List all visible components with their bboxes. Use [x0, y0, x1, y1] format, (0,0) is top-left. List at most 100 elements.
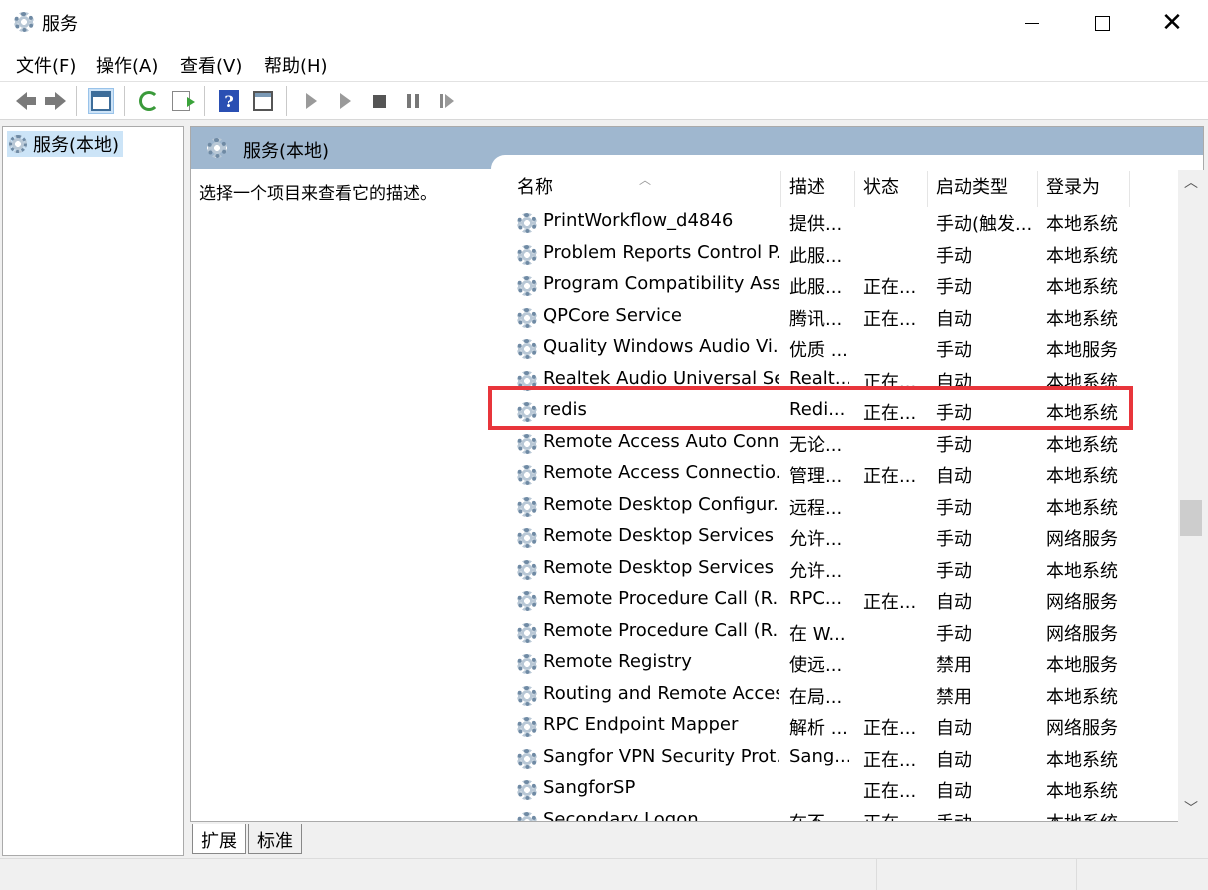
service-log-on-as: 本地系统	[1046, 781, 1118, 802]
help-button[interactable]: ?	[216, 88, 242, 114]
service-description: Redi...	[789, 399, 846, 420]
service-startup-type: 手动	[936, 529, 972, 550]
stop-service-button[interactable]	[366, 88, 392, 114]
refresh-button[interactable]	[136, 88, 162, 114]
minimize-icon	[1025, 22, 1039, 24]
service-log-on-as: 网络服务	[1046, 623, 1118, 645]
service-startup-type: 手动	[936, 277, 972, 298]
resume-service-button[interactable]	[434, 88, 460, 114]
service-row[interactable]: Remote Desktop Services ... 允许... 手动 本地系统	[509, 554, 1179, 586]
service-row[interactable]: Problem Reports Control P... 此服... 手动 本地系统	[509, 239, 1179, 271]
service-description: 在 W...	[789, 623, 846, 645]
service-row[interactable]: Sangfor VPN Security Prot... Sang... 正在...…	[509, 743, 1179, 775]
service-row[interactable]: Quality Windows Audio Vi... 优质 ... 手动 本地服务	[509, 333, 1179, 365]
menu-view[interactable]: 查看(V)	[180, 52, 242, 78]
refresh-icon	[139, 91, 159, 111]
service-row[interactable]: Remote Access Auto Conn... 无论... 手动 本地系统	[509, 428, 1179, 460]
service-row[interactable]: Program Compatibility Assi... 此服... 正在... 手…	[509, 270, 1179, 302]
gear-icon	[517, 433, 537, 454]
vertical-scrollbar[interactable]: ︿ ﹀	[1178, 170, 1204, 822]
column-header-startup-type[interactable]: 启动类型	[928, 171, 1038, 207]
service-description: 腾讯...	[789, 308, 843, 330]
service-description: Sang...	[789, 745, 849, 767]
menu-action[interactable]: 操作(A)	[96, 52, 158, 78]
service-row[interactable]: QPCore Service 腾讯... 正在... 自动 本地系统	[509, 302, 1179, 334]
tab-extended[interactable]: 扩展	[192, 824, 246, 854]
service-row[interactable]: Remote Procedure Call (R... RPC... 正在... 自动…	[509, 585, 1179, 617]
properties-button[interactable]	[250, 88, 276, 114]
gear-icon	[517, 811, 537, 821]
column-header-log-on-as[interactable]: 登录为	[1038, 171, 1130, 207]
status-bar	[0, 858, 1208, 890]
maximize-icon	[1094, 15, 1110, 31]
service-status: 正在...	[863, 592, 917, 613]
service-name: Remote Access Auto Conn...	[543, 430, 779, 452]
scroll-down-icon[interactable]: ﹀	[1178, 796, 1204, 822]
service-name: Remote Desktop Configur...	[543, 493, 779, 515]
service-row[interactable]: Secondary Logon 在不... 正在... 手动本地系统	[509, 806, 1179, 822]
view-tabs: 扩展 标准	[190, 824, 1204, 856]
close-icon: ✕	[1161, 8, 1183, 38]
service-row[interactable]: Remote Procedure Call (R... 在 W... 手动 网络服务	[509, 617, 1179, 649]
start-service-button[interactable]	[298, 88, 324, 114]
service-startup-type: 手动	[936, 560, 972, 582]
service-description: 管理...	[789, 466, 843, 487]
service-row[interactable]: Realtek Audio Universal Se... Realt... 正在.…	[509, 365, 1179, 397]
stop-icon	[372, 94, 386, 108]
gear-icon	[517, 622, 537, 643]
service-row[interactable]: Remote Desktop Configur... 远程... 手动 本地系统	[509, 491, 1179, 523]
service-row[interactable]: Remote Desktop Services 允许... 手动 网络服务	[509, 522, 1179, 554]
toolbar: ?	[0, 82, 1208, 120]
column-header-name[interactable]: 名称 ︿	[509, 171, 781, 207]
tree-item-label: 服务(本地)	[33, 135, 120, 156]
pause-service-button[interactable]	[400, 88, 426, 114]
console-tree: 服务(本地)	[2, 126, 184, 856]
service-log-on-as: 本地服务	[1046, 655, 1118, 676]
gear-icon	[517, 276, 537, 296]
service-row[interactable]: PrintWorkflow_d4846 提供... 手动(触发... 本地系统	[509, 207, 1179, 239]
service-row[interactable]: Remote Access Connectio... 管理... 正在... 自动 本地…	[509, 459, 1179, 491]
gear-icon	[517, 748, 537, 769]
start-with-params-button[interactable]	[332, 88, 358, 114]
gear-icon	[517, 307, 537, 328]
toolbar-separator	[124, 86, 125, 116]
resume-icon	[440, 94, 454, 108]
service-startup-type: 手动	[936, 623, 972, 645]
menu-bar: 文件(F) 操作(A) 查看(V) 帮助(H)	[0, 46, 1208, 82]
export-list-button[interactable]	[168, 88, 195, 114]
column-header-status[interactable]: 状态	[855, 171, 928, 207]
show-console-tree-button[interactable]	[88, 88, 114, 114]
service-row[interactable]: SangforSP 正在... 自动 本地系统	[509, 774, 1179, 806]
menu-file[interactable]: 文件(F)	[16, 52, 76, 78]
minimize-button[interactable]	[997, 0, 1067, 46]
service-row[interactable]: Routing and Remote Access 在局... 禁用 本地系统	[509, 680, 1179, 712]
scroll-up-icon[interactable]: ︿	[1178, 170, 1204, 196]
service-description: 远程...	[789, 497, 843, 519]
service-row[interactable]: Remote Registry 使远... 禁用 本地服务	[509, 648, 1179, 680]
service-startup-type: 手动(触发...	[936, 214, 1033, 235]
service-log-on-as: 网络服务	[1046, 592, 1118, 613]
gear-icon	[517, 339, 537, 359]
menu-help[interactable]: 帮助(H)	[264, 52, 328, 78]
column-header-description[interactable]: 描述	[781, 171, 855, 207]
service-row[interactable]: RPC Endpoint Mapper 解析 ... 正在... 自动 网络服务	[509, 711, 1179, 743]
export-list-icon	[172, 91, 195, 111]
tab-standard[interactable]: 标准	[248, 824, 302, 854]
gear-icon	[517, 465, 537, 485]
service-log-on-as: 本地系统	[1046, 371, 1118, 393]
service-description: 使远...	[789, 655, 843, 676]
services-list: 名称 ︿ 描述 状态 启动类型 登录为 PrintWorkflow_d4846 提…	[509, 171, 1179, 821]
scrollbar-thumb[interactable]	[1180, 500, 1202, 536]
service-startup-type: 自动	[936, 718, 972, 739]
tree-item-services-local[interactable]: 服务(本地)	[7, 131, 124, 157]
gear-icon	[517, 591, 537, 611]
service-log-on-as: 本地系统	[1046, 403, 1118, 424]
service-startup-type: 手动	[936, 809, 1036, 822]
forward-button[interactable]	[42, 88, 68, 114]
back-button[interactable]	[8, 88, 36, 114]
service-name: SangforSP	[543, 777, 636, 798]
close-button[interactable]: ✕	[1137, 0, 1207, 46]
gear-icon	[517, 528, 537, 548]
service-row-highlighted[interactable]: redis Redi... 正在... 手动 本地系统	[509, 396, 1179, 428]
maximize-button[interactable]	[1067, 0, 1137, 46]
